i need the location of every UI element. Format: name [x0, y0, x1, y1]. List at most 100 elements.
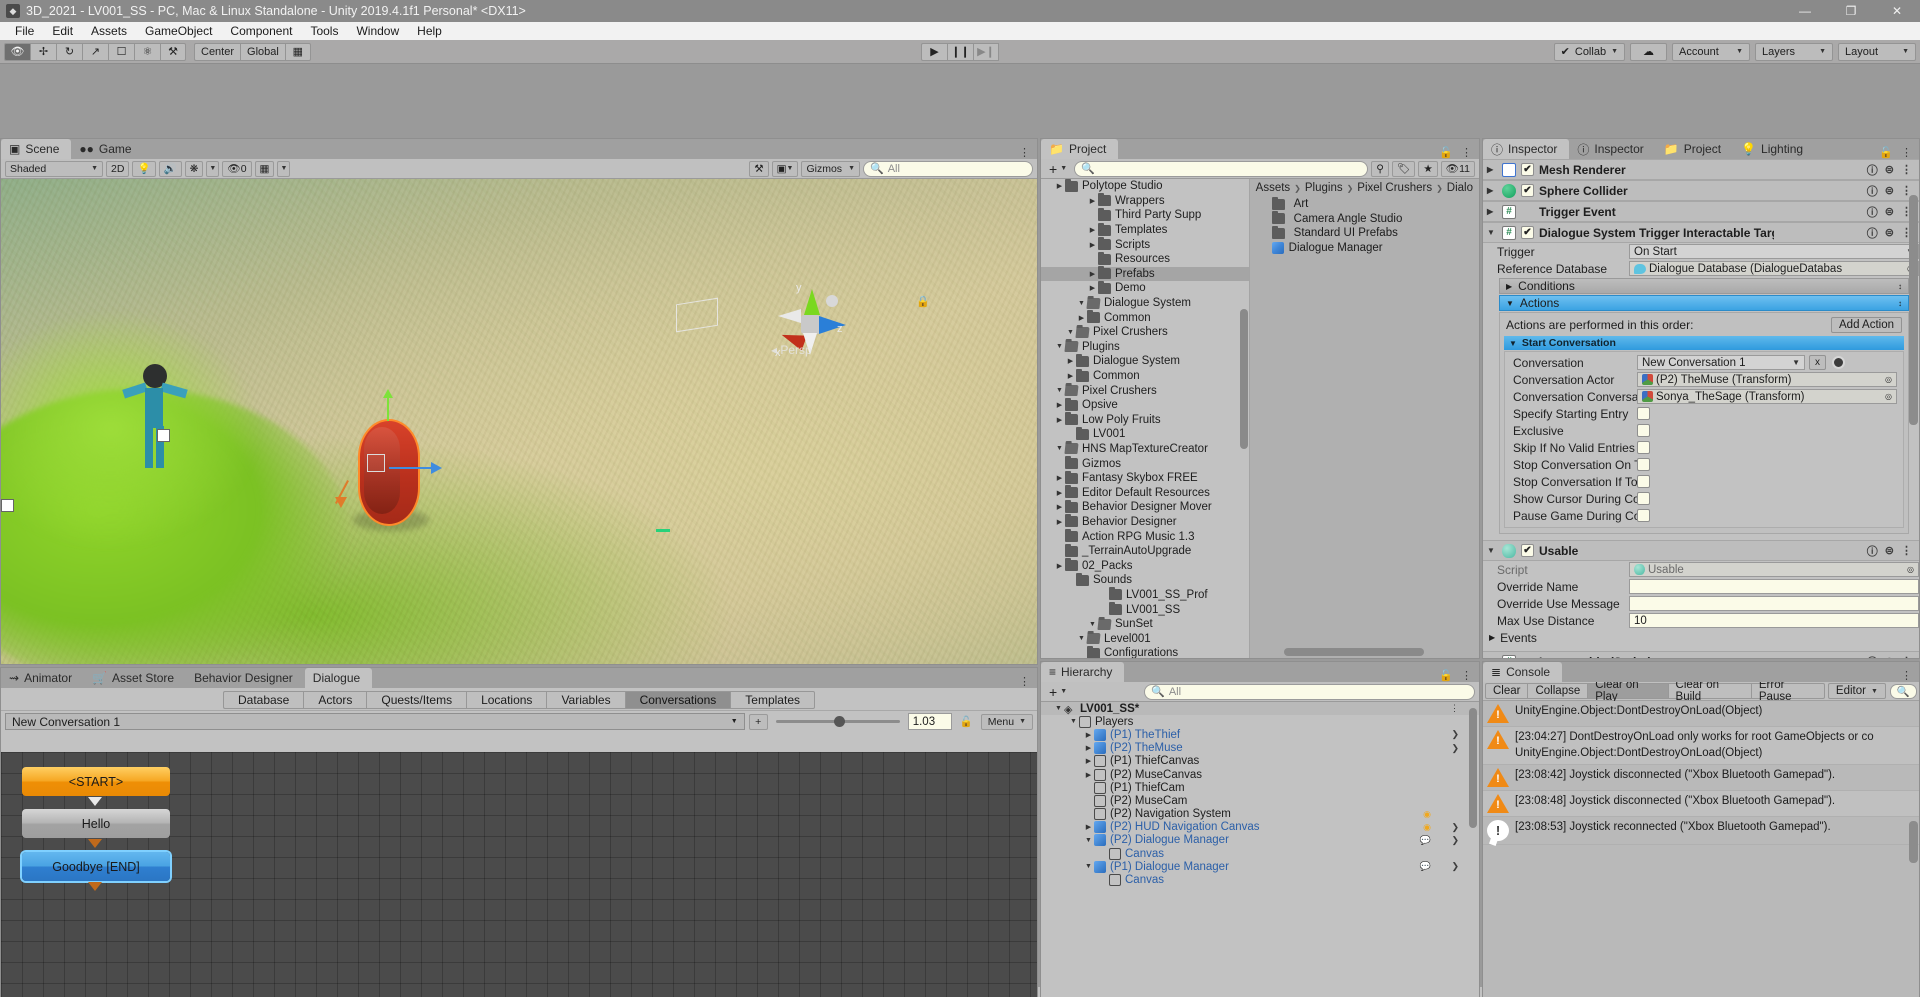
expand-arrow-icon[interactable]: ▶: [1054, 474, 1065, 482]
node-hello[interactable]: Hello: [22, 809, 170, 838]
tab-inspector[interactable]: ⓘ Inspector: [1483, 139, 1570, 159]
component-interactable[interactable]: ▼ # Interactable (Script) ⓘ ⊜ ⋮: [1483, 651, 1919, 658]
grid-snap-icon[interactable]: ▦: [284, 42, 311, 61]
step-button[interactable]: ▶❙: [973, 42, 999, 61]
project-tree-item[interactable]: ▼ Dialogue System: [1041, 296, 1249, 311]
conversation-actor-field[interactable]: (P2) TheMuse (Transform) ◎: [1637, 372, 1897, 387]
project-add-button[interactable]: + ▼: [1045, 161, 1071, 177]
tab-game[interactable]: ●● Game: [71, 139, 144, 159]
tab-console[interactable]: ≣ Console: [1483, 662, 1563, 682]
subtab-locations[interactable]: Locations: [466, 691, 547, 709]
mesh-renderer-enabled-checkbox[interactable]: ✔: [1521, 163, 1534, 176]
tab-project[interactable]: 📁 Project: [1041, 139, 1119, 159]
project-tree-item[interactable]: Configurations: [1041, 645, 1249, 658]
tab-scene[interactable]: ▣ Scene: [1, 139, 72, 159]
pause-game-checkbox[interactable]: [1637, 509, 1650, 522]
collapse-arrow-icon[interactable]: ▼: [1487, 228, 1497, 237]
component-mesh-renderer[interactable]: ▶ ✔ Mesh Renderer ⓘ ⊜ ⋮: [1483, 159, 1919, 180]
node-start[interactable]: <START>: [22, 767, 170, 796]
console-scrollbar[interactable]: [1909, 703, 1918, 997]
project-tree-item[interactable]: Third Party Supp: [1041, 207, 1249, 223]
tab-dialogue[interactable]: Dialogue: [304, 668, 373, 688]
hierarchy-scrollbar[interactable]: [1469, 704, 1477, 997]
expand-arrow-icon[interactable]: ▶: [1087, 241, 1098, 249]
scale-tool-icon[interactable]: ↗: [82, 42, 108, 61]
clear-conversation-button[interactable]: x: [1809, 355, 1826, 370]
error-pause-button[interactable]: Error Pause: [1750, 679, 1825, 703]
hierarchy-item[interactable]: ▼ (P2) Dialogue Manager 💬 ❯: [1041, 834, 1479, 847]
expand-arrow-icon[interactable]: ▼: [1054, 445, 1065, 452]
menu-item-edit[interactable]: Edit: [43, 22, 82, 40]
show-cursor-checkbox[interactable]: [1637, 492, 1650, 505]
project-tree-scrollbar[interactable]: [1239, 181, 1248, 656]
hidden-packages-icon[interactable]: 👁 11: [1440, 160, 1475, 177]
move-tool-icon[interactable]: ✢: [30, 42, 56, 61]
trigger-dropdown[interactable]: On Start ▼: [1629, 244, 1919, 259]
project-tree-item[interactable]: ▶ Behavior Designer Mover: [1041, 499, 1249, 515]
actions-foldout[interactable]: ▼ Actions ↕: [1499, 295, 1909, 311]
light-icon[interactable]: 💡: [132, 160, 156, 177]
preset-icon[interactable]: ⊜: [1885, 205, 1894, 218]
expand-arrow-icon[interactable]: ▶: [1065, 357, 1076, 365]
toggle-2d-button[interactable]: 2D: [106, 160, 130, 177]
expand-arrow-icon[interactable]: ▼: [1083, 863, 1094, 870]
transform-handle-2[interactable]: [1, 499, 14, 512]
object-picker-icon[interactable]: ◎: [1885, 375, 1892, 384]
help-icon[interactable]: ⓘ: [1867, 183, 1878, 199]
project-tree-item[interactable]: _TerrainAutoUpgrade: [1041, 543, 1249, 559]
project-tree-item[interactable]: ▶ Behavior Designer: [1041, 514, 1249, 530]
tab-animator[interactable]: ⇝ Animator: [1, 668, 85, 688]
scene-viewport[interactable]: y z x ◂ Persp 🔒: [1, 179, 1037, 664]
tab-lighting[interactable]: 💡 Lighting: [1733, 139, 1816, 159]
subtab-database[interactable]: Database: [222, 691, 304, 709]
max-use-distance-input[interactable]: 10: [1629, 613, 1919, 628]
expand-arrow-icon[interactable]: ▶: [1054, 416, 1065, 424]
expand-arrow-icon[interactable]: ▼: [1076, 300, 1087, 307]
breadcrumb-item[interactable]: Dialo: [1447, 182, 1473, 194]
stop-conversation-on-trigger-checkbox[interactable]: [1637, 458, 1650, 471]
menu-item-window[interactable]: Window: [347, 22, 408, 40]
hierarchy-tree[interactable]: ▼ ◈ LV001_SS* ⋮ ▼ Players ▶ (P1) TheThief ❯ ▶ (P2)…: [1041, 702, 1479, 997]
subtab-actors[interactable]: Actors: [303, 691, 367, 709]
project-tree-item[interactable]: ▼ SunSet: [1041, 617, 1249, 632]
tab-asset-store[interactable]: 🛒 Asset Store: [84, 668, 187, 688]
hierarchy-item[interactable]: ▼ Players: [1041, 715, 1479, 728]
zoom-slider[interactable]: [772, 713, 904, 730]
expand-arrow-icon[interactable]: ▶: [1065, 372, 1076, 380]
kebab-icon[interactable]: ⋮: [1901, 146, 1912, 159]
expand-arrow-icon[interactable]: ▶: [1083, 823, 1094, 831]
conversation-node-canvas[interactable]: <START> Hello Goodbye [END] Actor: Playe…: [1, 752, 1037, 997]
conversation-conversant-field[interactable]: Sonya_TheSage (Transform) ◎: [1637, 389, 1897, 404]
clear-on-build-button[interactable]: Clear on Build: [1667, 679, 1751, 703]
tab-inspector-2[interactable]: ⓘ Inspector: [1569, 139, 1656, 159]
kebab-icon[interactable]: ⋮: [1901, 163, 1912, 176]
expand-arrow-icon[interactable]: ▶: [1083, 731, 1094, 739]
reorder-icon[interactable]: ↕: [1898, 299, 1902, 308]
usable-script-field[interactable]: Usable ◎: [1629, 562, 1919, 577]
prefab-open-chevron[interactable]: ❯: [1451, 822, 1459, 833]
hierarchy-item[interactable]: ▶ (P1) TheThief ❯: [1041, 728, 1479, 741]
help-icon[interactable]: ⓘ: [1867, 225, 1878, 241]
project-tree-item[interactable]: ▶ Prefabs: [1041, 266, 1249, 282]
kebab-icon[interactable]: ⋮: [1450, 703, 1459, 714]
preset-icon[interactable]: ⊜: [1885, 544, 1894, 557]
project-tree-item[interactable]: ▼ Plugins: [1041, 340, 1249, 355]
hierarchy-item[interactable]: ▶ (P2) MuseCanvas: [1041, 768, 1479, 781]
selected-capsule-object[interactable]: [358, 419, 420, 526]
inspector-scrollbar[interactable]: [1909, 181, 1918, 656]
project-asset-item[interactable]: Camera Angle Studio: [1250, 211, 1479, 227]
menu-item-help[interactable]: Help: [408, 22, 451, 40]
expand-arrow-icon[interactable]: ▶: [1087, 270, 1098, 278]
audio-icon[interactable]: 🔊: [158, 160, 182, 177]
preset-icon[interactable]: ⊜: [1885, 163, 1894, 176]
override-name-input[interactable]: [1629, 579, 1919, 594]
console-search-input[interactable]: 🔍: [1889, 683, 1917, 699]
draw-mode-dropdown[interactable]: Shaded ▼: [5, 160, 103, 177]
hierarchy-item[interactable]: ▶ (P2) HUD Navigation Canvas ◉ ❯: [1041, 821, 1479, 834]
console-log-list[interactable]: ! UnityEngine.Object:DontDestroyOnLoad(Ob…: [1483, 701, 1919, 997]
y-axis-handle[interactable]: [387, 395, 389, 421]
help-icon[interactable]: ⓘ: [1867, 654, 1878, 659]
expand-arrow-icon[interactable]: ▶: [1054, 562, 1065, 570]
hierarchy-item[interactable]: ▶ (P1) ThiefCanvas: [1041, 755, 1479, 768]
component-usable[interactable]: ▼ ✔ Usable ⓘ ⊜ ⋮: [1483, 540, 1919, 561]
